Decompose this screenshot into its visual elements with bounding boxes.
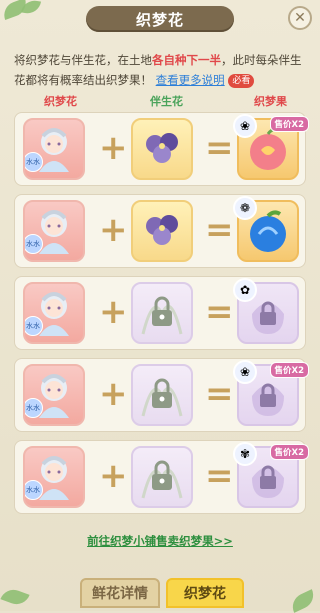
companion-flower-slot[interactable] bbox=[131, 446, 193, 508]
flower-mini-icon: ✾ bbox=[233, 442, 257, 466]
tab-flower-details[interactable]: 鲜花详情 bbox=[80, 578, 160, 608]
dream-flower-tag: 水水 bbox=[25, 480, 43, 500]
must-read-badge: 必看 bbox=[228, 73, 255, 88]
close-button[interactable]: ✕ bbox=[288, 6, 312, 30]
companion-flower-slot[interactable] bbox=[131, 364, 193, 426]
dream-flower-slot[interactable]: 水水 bbox=[23, 446, 85, 508]
dream-flower-slot[interactable]: 水水 bbox=[23, 118, 85, 180]
leaf-decoration bbox=[288, 589, 318, 613]
recipe-row: 水水 + = ❁ bbox=[14, 194, 306, 268]
plus-icon: + bbox=[99, 210, 128, 250]
dream-flower-tag: 水水 bbox=[25, 234, 43, 254]
plus-icon: + bbox=[99, 128, 128, 168]
equals-icon: = bbox=[205, 210, 234, 250]
intro-text: 将织梦花与伴生花，在土地各自种下一半，此时每朵伴生花都将有概率结出织梦果！ 查看… bbox=[14, 50, 306, 90]
dream-fruit-slot[interactable]: ❁ bbox=[233, 196, 299, 262]
companion-flower-slot[interactable] bbox=[131, 200, 193, 262]
shop-link[interactable]: 前往织梦小铺售卖织梦果>> bbox=[0, 533, 320, 549]
dialog-title-bar: 织梦花 bbox=[86, 6, 234, 32]
column-header-dream: 织梦花 bbox=[44, 95, 77, 108]
dream-flower-slot[interactable]: 水水 bbox=[23, 282, 85, 344]
close-icon: ✕ bbox=[294, 10, 306, 26]
leaf-decoration bbox=[0, 585, 30, 609]
equals-icon: = bbox=[205, 456, 234, 496]
tab-label: 织梦花 bbox=[184, 586, 226, 602]
column-header-fruit: 织梦果 bbox=[254, 95, 287, 108]
companion-flower-slot[interactable] bbox=[131, 282, 193, 344]
dream-flower-slot[interactable]: 水水 bbox=[23, 364, 85, 426]
companion-flower-slot[interactable] bbox=[131, 118, 193, 180]
sell-price-badge: 售价X2 bbox=[269, 362, 309, 378]
dream-fruit-slot[interactable]: ❀ 售价X2 bbox=[233, 360, 309, 426]
more-info-link[interactable]: 查看更多说明 bbox=[156, 73, 225, 87]
dream-flower-slot[interactable]: 水水 bbox=[23, 200, 85, 262]
flower-mini-icon: ❀ bbox=[233, 114, 257, 138]
recipe-row: 水水 + = ✾ 售价X2 bbox=[14, 440, 309, 514]
equals-icon: = bbox=[205, 128, 234, 168]
column-header-companion: 伴生花 bbox=[150, 95, 183, 108]
dialog-frame: 织梦花 ✕ 将织梦花与伴生花，在土地各自种下一半，此时每朵伴生花都将有概率结出织… bbox=[0, 0, 320, 613]
dream-flower-tag: 水水 bbox=[25, 152, 43, 172]
dream-fruit-slot[interactable]: ❀ 售价X2 bbox=[233, 114, 309, 180]
recipe-row: 水水 + = ❀ 售价X2 bbox=[14, 358, 309, 432]
dialog-title: 织梦花 bbox=[135, 10, 184, 29]
dream-flower-tag: 水水 bbox=[25, 398, 43, 418]
plus-icon: + bbox=[99, 292, 128, 332]
plus-icon: + bbox=[99, 374, 128, 414]
recipe-row: 水水 + = ❀ 售价X2 bbox=[14, 112, 309, 186]
sell-price-badge: 售价X2 bbox=[269, 116, 309, 132]
tab-label: 鲜花详情 bbox=[92, 586, 148, 602]
dream-flower-tag: 水水 bbox=[25, 316, 43, 336]
dream-fruit-slot[interactable]: ✾ 售价X2 bbox=[233, 442, 309, 508]
tab-dream-flower[interactable]: 织梦花 bbox=[166, 578, 244, 608]
flower-mini-icon: ✿ bbox=[233, 278, 257, 302]
equals-icon: = bbox=[205, 374, 234, 414]
dream-fruit-slot[interactable]: ✿ bbox=[233, 278, 299, 344]
flower-mini-icon: ❀ bbox=[233, 360, 257, 384]
flower-mini-icon: ❁ bbox=[233, 196, 257, 220]
recipe-row: 水水 + = ✿ bbox=[14, 276, 306, 350]
sell-price-badge: 售价X2 bbox=[269, 444, 309, 460]
plus-icon: + bbox=[99, 456, 128, 496]
intro-text-part: 将织梦花与伴生花，在土地 bbox=[14, 53, 152, 67]
intro-highlight: 各自种下一半 bbox=[152, 53, 221, 67]
equals-icon: = bbox=[205, 292, 234, 332]
